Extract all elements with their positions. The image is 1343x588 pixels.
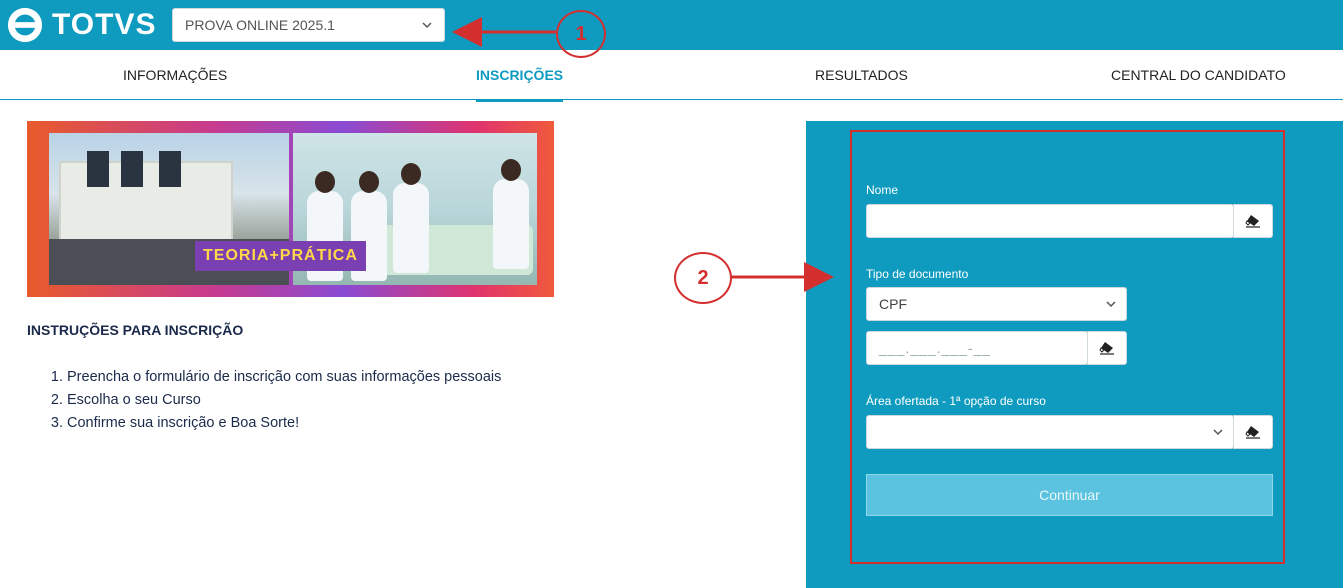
instructions-title: INSTRUÇÕES PARA INSCRIÇÃO [27, 322, 244, 338]
annotation-marker-1: 1 [556, 10, 606, 58]
totvs-logo[interactable]: TOTVS [6, 5, 156, 45]
period-select[interactable]: PROVA ONLINE 2025.1 [172, 8, 445, 42]
doc-type-select[interactable]: CPF [866, 287, 1127, 321]
window-shape [87, 151, 109, 187]
chevron-down-icon [1106, 301, 1116, 308]
area-select[interactable] [866, 415, 1234, 449]
eraser-icon [1245, 215, 1260, 228]
window-shape [121, 151, 143, 187]
main-nav: INFORMAÇÕES INSCRIÇÕES RESULTADOS CENTRA… [0, 50, 1343, 102]
name-clear-button[interactable] [1233, 204, 1273, 238]
eraser-icon [1099, 342, 1114, 355]
tab-inscricoes[interactable]: INSCRIÇÕES [476, 50, 564, 102]
chevron-down-icon [422, 22, 432, 29]
chevron-down-icon [1213, 429, 1223, 436]
area-clear-button[interactable] [1233, 415, 1273, 449]
top-bar: TOTVS PROVA ONLINE 2025.1 [0, 0, 1343, 50]
name-label: Nome [866, 183, 899, 197]
doc-type-label: Tipo de documento [866, 267, 969, 281]
hero-banner: TEORIA+PRÁTICA [27, 121, 554, 297]
list-item: Preencha o formulário de inscrição com s… [67, 366, 501, 389]
person-head-shape [501, 159, 521, 181]
eraser-icon [1245, 426, 1260, 439]
list-item: Confirme sua inscrição e Boa Sorte! [67, 412, 501, 435]
person-shape [493, 179, 529, 269]
person-shape [393, 183, 429, 273]
totvs-logo-icon [7, 7, 43, 43]
annotation-marker-2: 2 [674, 252, 732, 304]
banner-tag: TEORIA+PRÁTICA [195, 241, 366, 271]
window-shape [159, 151, 181, 187]
list-item: Escolha o seu Curso [67, 389, 501, 412]
period-select-value: PROVA ONLINE 2025.1 [185, 17, 335, 33]
document-number-input[interactable]: ___.___.___-__ [866, 331, 1088, 365]
person-head-shape [401, 163, 421, 185]
instructions-list: Preencha o formulário de inscrição com s… [27, 366, 501, 435]
tab-central-do-candidato[interactable]: CENTRAL DO CANDIDATO [1111, 50, 1286, 100]
name-input[interactable] [866, 204, 1234, 238]
document-clear-button[interactable] [1087, 331, 1127, 365]
tab-resultados[interactable]: RESULTADOS [815, 50, 908, 100]
tab-informacoes[interactable]: INFORMAÇÕES [123, 50, 227, 100]
area-label: Área ofertada - 1ª opção de curso [866, 394, 1046, 408]
doc-type-value: CPF [879, 296, 907, 312]
person-head-shape [359, 171, 379, 193]
continue-button[interactable]: Continuar [866, 474, 1273, 516]
person-head-shape [315, 171, 335, 193]
brand-name: TOTVS [52, 8, 157, 41]
document-mask: ___.___.___-__ [879, 340, 992, 356]
